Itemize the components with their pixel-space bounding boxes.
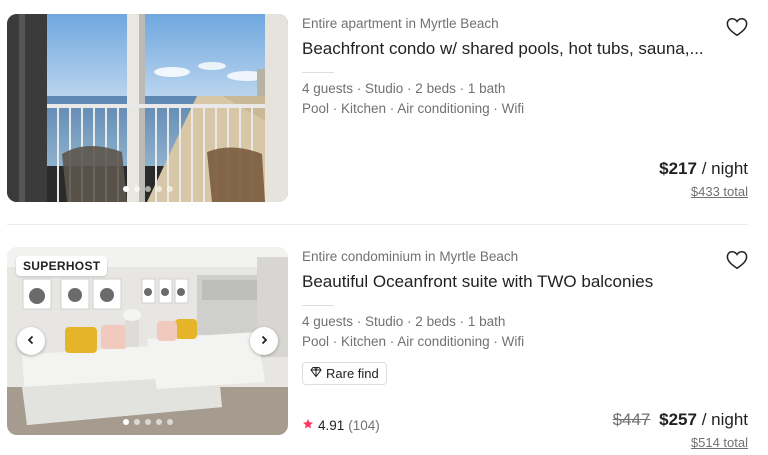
listing-photo[interactable]: SUPERHOST xyxy=(7,247,288,435)
dot[interactable] xyxy=(155,419,162,425)
star-icon xyxy=(302,418,314,433)
listing-details-amenities: Pool · Kitchen · Air conditioning · Wifi xyxy=(302,101,525,116)
dot[interactable] xyxy=(155,186,162,192)
rating: 4.91 (104) xyxy=(302,418,380,433)
superhost-badge: SUPERHOST xyxy=(16,256,108,276)
per-night-label: / night xyxy=(701,159,748,178)
chevron-left-icon xyxy=(26,332,36,350)
listing-details-capacity: 4 guests · Studio · 2 beds · 1 bath xyxy=(302,81,506,96)
balcony-ocean-photo xyxy=(7,14,288,202)
diamond-icon xyxy=(310,366,322,381)
price-per-night: $217 / night xyxy=(659,158,748,180)
per-night-label: / night xyxy=(701,410,748,429)
dot[interactable] xyxy=(133,186,140,192)
listing-details-amenities: Pool · Kitchen · Air conditioning · Wifi xyxy=(302,334,525,349)
price-amount: $257 xyxy=(659,410,697,429)
dot[interactable] xyxy=(133,419,140,425)
photo-pagination-dots xyxy=(122,186,173,192)
divider xyxy=(302,72,334,73)
review-count: (104) xyxy=(348,418,380,433)
rare-find-tag: Rare find xyxy=(302,362,387,385)
price-block: $447 $257 / night $514 total xyxy=(613,409,748,452)
dot[interactable] xyxy=(144,419,151,425)
listing-info: Entire condominium in Myrtle Beach Beaut… xyxy=(302,249,748,450)
dot[interactable] xyxy=(144,186,151,192)
listing-subtitle: Entire apartment in Myrtle Beach xyxy=(302,16,499,31)
listing-card[interactable]: Entire apartment in Myrtle Beach Beachfr… xyxy=(0,0,768,220)
chevron-right-icon xyxy=(259,332,269,350)
divider xyxy=(302,305,334,306)
rare-find-label: Rare find xyxy=(326,366,379,381)
original-price: $447 xyxy=(612,410,651,429)
photo-pagination-dots xyxy=(122,419,173,425)
previous-photo-button[interactable] xyxy=(17,327,45,355)
next-photo-button[interactable] xyxy=(250,327,278,355)
listing-photo[interactable] xyxy=(7,14,288,202)
price-block: $217 / night $433 total xyxy=(659,158,748,201)
dot[interactable] xyxy=(166,186,173,192)
listing-subtitle: Entire condominium in Myrtle Beach xyxy=(302,249,519,264)
listing-divider xyxy=(7,224,748,225)
heart-icon[interactable] xyxy=(726,249,748,271)
listing-title[interactable]: Beautiful Oceanfront suite with TWO balc… xyxy=(302,271,712,293)
price-total[interactable]: $433 total xyxy=(659,183,748,201)
price-per-night: $447 $257 / night xyxy=(613,409,748,431)
listing-title[interactable]: Beachfront condo w/ shared pools, hot tu… xyxy=(302,38,712,60)
listing-details-capacity: 4 guests · Studio · 2 beds · 1 bath xyxy=(302,314,506,329)
listing-info: Entire apartment in Myrtle Beach Beachfr… xyxy=(302,16,748,206)
dot[interactable] xyxy=(122,419,129,425)
price-amount: $217 xyxy=(659,159,697,178)
heart-icon[interactable] xyxy=(726,16,748,38)
listing-card[interactable]: SUPERHOST Entire condominium in Myrtle B… xyxy=(0,232,768,455)
price-total[interactable]: $514 total xyxy=(613,434,748,452)
rating-value: 4.91 xyxy=(318,418,345,433)
dot[interactable] xyxy=(122,186,129,192)
dot[interactable] xyxy=(166,419,173,425)
